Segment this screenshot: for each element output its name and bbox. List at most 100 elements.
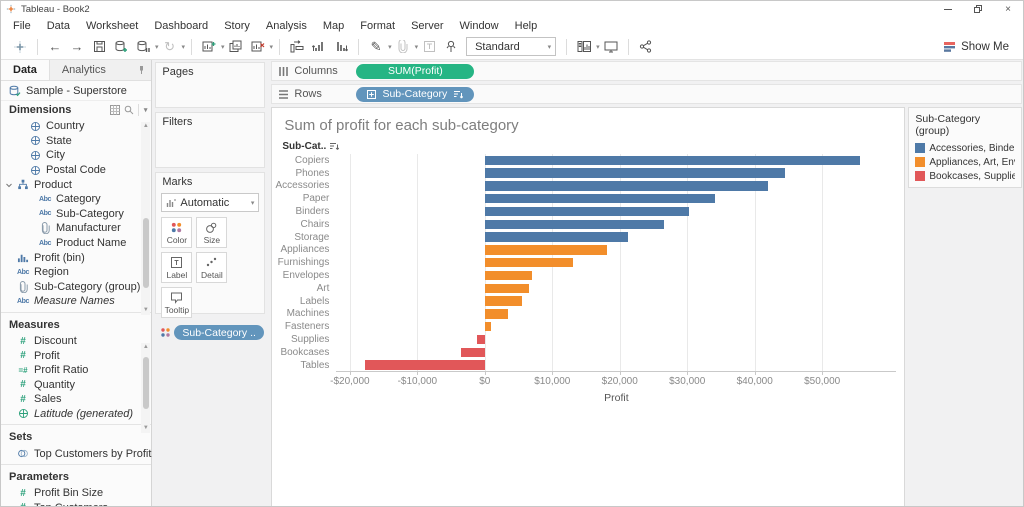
chevron-down-icon[interactable] — [3, 181, 15, 189]
x-axis[interactable]: -$20,000 -$10,000 $0 $10,000 $20,000 $30,000 $… — [330, 371, 896, 389]
dimensions-scrollbar[interactable]: ▲ ▼ — [141, 122, 151, 315]
group-members-caret-icon[interactable]: ▾ — [415, 43, 419, 51]
close-icon[interactable]: × — [993, 1, 1023, 17]
field-item[interactable]: Abc Product Name — [1, 236, 151, 251]
menu-item-format[interactable]: Format — [352, 19, 403, 33]
add-datasource-icon[interactable] — [111, 37, 131, 57]
marks-button-size[interactable]: Size — [196, 217, 228, 248]
bar[interactable] — [484, 193, 715, 204]
category-label[interactable]: Chairs — [272, 219, 336, 230]
menu-item-server[interactable]: Server — [403, 19, 451, 33]
bar[interactable] — [365, 360, 485, 370]
pause-updates-caret-icon[interactable]: ▾ — [155, 43, 159, 51]
clear-sheet-icon[interactable] — [248, 37, 268, 57]
bar[interactable] — [484, 321, 492, 332]
bar[interactable] — [461, 347, 485, 357]
menu-item-worksheet[interactable]: Worksheet — [78, 19, 146, 33]
show-cards-icon[interactable] — [574, 37, 594, 57]
minimize-icon[interactable] — [933, 1, 963, 17]
share-icon[interactable] — [636, 37, 656, 57]
bar[interactable] — [484, 219, 665, 229]
swap-rows-columns-icon[interactable] — [287, 37, 307, 57]
category-label[interactable]: Machines — [272, 308, 336, 319]
category-label[interactable]: Furnishings — [272, 257, 336, 268]
marks-button-label[interactable]: Label — [161, 252, 193, 283]
category-label[interactable]: Envelopes — [272, 270, 336, 281]
field-item[interactable]: Top Customers by Profit — [1, 446, 151, 461]
category-label[interactable]: Accessories — [272, 180, 336, 191]
category-label[interactable]: Fasteners — [272, 321, 336, 332]
bar[interactable] — [484, 168, 786, 178]
category-label[interactable]: Labels — [272, 296, 336, 307]
mark-type-select[interactable]: Automatic ▾ — [161, 193, 260, 212]
legend-item[interactable]: Appliances, Art, Env.. — [909, 155, 1021, 169]
field-item[interactable]: Latitude (generated) — [1, 407, 151, 422]
undo-icon[interactable]: ← — [45, 37, 65, 57]
category-label[interactable]: Art — [272, 283, 336, 294]
rows-pill-sub-category[interactable]: Sub-Category — [356, 86, 475, 102]
category-label[interactable]: Tables — [272, 360, 336, 371]
find-field-icon[interactable] — [124, 105, 134, 115]
pause-updates-icon[interactable] — [133, 37, 153, 57]
field-item[interactable]: Product — [1, 177, 151, 192]
save-icon[interactable] — [89, 37, 109, 57]
bar[interactable] — [484, 181, 768, 191]
menu-item-map[interactable]: Map — [315, 19, 352, 33]
field-item[interactable]: Abc Region — [1, 265, 151, 280]
new-worksheet-caret-icon[interactable]: ▾ — [221, 43, 225, 51]
field-item[interactable]: Abc Category — [1, 192, 151, 207]
field-item[interactable]: # Quantity — [1, 378, 151, 393]
field-item[interactable]: Sub-Category (group) — [1, 280, 151, 295]
tab-analytics[interactable]: Analytics — [50, 60, 118, 80]
bar[interactable] — [484, 206, 689, 217]
field-item[interactable]: City — [1, 148, 151, 163]
dimensions-menu-caret-icon[interactable]: ▾ — [144, 106, 148, 114]
duplicate-sheet-icon[interactable] — [226, 37, 246, 57]
group-members-icon[interactable] — [393, 37, 413, 57]
bar[interactable] — [476, 334, 485, 345]
menu-item-analysis[interactable]: Analysis — [258, 19, 315, 33]
bar[interactable] — [484, 296, 523, 306]
field-item[interactable]: Abc Measure Names — [1, 294, 151, 309]
measures-scrollbar[interactable]: ▲ ▼ — [141, 343, 151, 433]
marks-pill-sub-category-group[interactable]: Sub-Category .. — [174, 325, 264, 340]
field-item[interactable]: # Profit Bin Size — [1, 486, 151, 501]
menu-item-window[interactable]: Window — [452, 19, 507, 33]
marks-button-tooltip[interactable]: Tooltip — [161, 287, 193, 318]
new-worksheet-icon[interactable] — [199, 37, 219, 57]
field-item[interactable]: =# Profit Ratio — [1, 363, 151, 378]
field-item[interactable]: # Discount — [1, 334, 151, 349]
run-update-icon[interactable]: ↻ — [160, 37, 180, 57]
marks-button-detail[interactable]: Detail — [196, 252, 228, 283]
clear-sheet-caret-icon[interactable]: ▾ — [270, 43, 274, 51]
highlight-icon[interactable]: ✎ — [366, 37, 386, 57]
field-item[interactable]: # Sales — [1, 392, 151, 407]
field-item[interactable]: State — [1, 134, 151, 149]
field-item[interactable]: Abc Sub-Category — [1, 207, 151, 222]
field-item[interactable]: Manufacturer — [1, 221, 151, 236]
category-label[interactable]: Supplies — [272, 334, 336, 345]
category-label[interactable]: Bookcases — [272, 347, 336, 358]
bar[interactable] — [484, 283, 529, 293]
fix-axes-icon[interactable] — [441, 37, 461, 57]
bar[interactable] — [484, 245, 608, 255]
header-sort-icon[interactable] — [329, 142, 340, 151]
bar[interactable] — [484, 232, 629, 242]
field-item[interactable]: #Top Customers — [1, 500, 151, 506]
category-label[interactable]: Paper — [272, 193, 336, 204]
bar[interactable] — [484, 270, 532, 281]
sort-descending-icon[interactable] — [331, 37, 351, 57]
category-label[interactable]: Phones — [272, 168, 336, 179]
columns-shelf[interactable]: Columns SUM(Profit) — [271, 61, 1023, 81]
bar[interactable] — [484, 257, 573, 268]
presentation-mode-icon[interactable] — [601, 37, 621, 57]
menu-item-dashboard[interactable]: Dashboard — [146, 19, 216, 33]
datasource-item[interactable]: Sample - Superstore — [1, 81, 152, 101]
pill-sort-icon[interactable] — [453, 90, 464, 99]
show-me-button[interactable]: Show Me — [943, 41, 1015, 53]
menu-item-help[interactable]: Help — [507, 19, 546, 33]
show-cards-caret-icon[interactable]: ▾ — [596, 43, 600, 51]
run-update-caret-icon[interactable]: ▾ — [182, 43, 186, 51]
menu-item-data[interactable]: Data — [39, 19, 78, 33]
bar[interactable] — [484, 155, 861, 165]
